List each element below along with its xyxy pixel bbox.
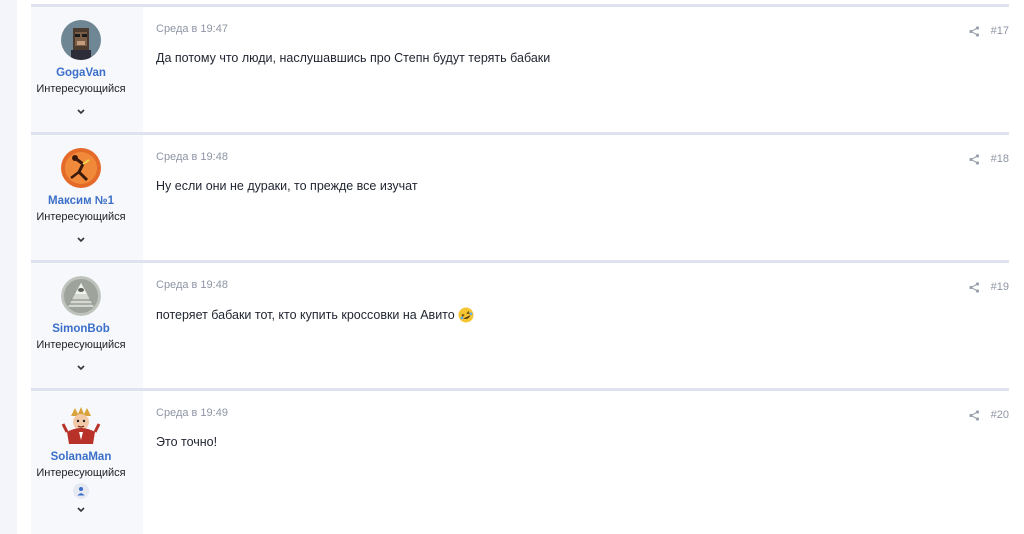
left-sidebar-edge xyxy=(0,0,17,534)
post-user-panel: Максим №1 Интересующийся xyxy=(31,135,143,260)
share-icon[interactable] xyxy=(969,282,980,293)
username[interactable]: SimonBob xyxy=(31,323,131,335)
user-badge-icon[interactable] xyxy=(73,483,89,499)
thread-posts: GogaVan Интересующийся Среда в 19:47 Да … xyxy=(31,4,1009,534)
post: Максим №1 Интересующийся Среда в 19:48 Н… xyxy=(31,132,1009,260)
post-message: Ну если они не дураки, то прежде все изу… xyxy=(156,179,418,193)
post-message-text: потеряет бабаки тот, кто купить кроссовк… xyxy=(156,308,455,322)
avatar[interactable] xyxy=(61,276,101,316)
post-date[interactable]: Среда в 19:49 xyxy=(156,407,228,419)
post: SolanaMan Интересующийся Среда в 19:49 Э… xyxy=(31,388,1009,534)
post-message-text: Ну если они не дураки, то прежде все изу… xyxy=(156,179,418,193)
post-user-panel: SolanaMan Интересующийся xyxy=(31,391,143,534)
avatar[interactable] xyxy=(61,404,101,444)
post-message-text: Это точно! xyxy=(156,435,218,449)
post-user-panel: SimonBob Интересующийся xyxy=(31,263,143,388)
username[interactable]: Максим №1 xyxy=(31,195,131,207)
post-number[interactable]: #18 xyxy=(991,153,1009,165)
share-icon[interactable] xyxy=(969,154,980,165)
post-date[interactable]: Среда в 19:47 xyxy=(156,23,228,35)
chevron-down-icon[interactable] xyxy=(75,107,87,117)
username[interactable]: SolanaMan xyxy=(31,451,131,463)
post-user-panel: GogaVan Интересующийся xyxy=(31,7,143,132)
post-date[interactable]: Среда в 19:48 xyxy=(156,151,228,163)
post: GogaVan Интересующийся Среда в 19:47 Да … xyxy=(31,4,1009,132)
chevron-down-icon[interactable] xyxy=(75,235,87,245)
avatar[interactable] xyxy=(61,148,101,188)
avatar[interactable] xyxy=(61,20,101,60)
pixel-ape-avatar-icon xyxy=(61,20,101,60)
forum-page: GogaVan Интересующийся Среда в 19:47 Да … xyxy=(0,0,1024,534)
post-number[interactable]: #17 xyxy=(991,25,1009,37)
username[interactable]: GogaVan xyxy=(31,67,131,79)
chevron-down-icon[interactable] xyxy=(75,505,87,515)
post-date[interactable]: Среда в 19:48 xyxy=(156,279,228,291)
user-title: Интересующийся xyxy=(36,467,126,479)
post-number[interactable]: #20 xyxy=(991,409,1009,421)
post-number[interactable]: #19 xyxy=(991,281,1009,293)
orange-figure-avatar-icon xyxy=(61,148,101,188)
pyramid-eye-avatar-icon xyxy=(61,276,101,316)
user-title: Интересующийся xyxy=(36,339,126,351)
post-message-text: Да потому что люди, наслушавшись про Сте… xyxy=(156,51,551,65)
share-icon[interactable] xyxy=(969,410,980,421)
person-icon xyxy=(77,487,85,496)
chevron-down-icon[interactable] xyxy=(75,363,87,373)
post-message: потеряет бабаки тот, кто купить кроссовк… xyxy=(156,307,474,323)
share-icon[interactable] xyxy=(969,26,980,37)
post-message: Это точно! xyxy=(156,435,217,449)
user-title: Интересующийся xyxy=(36,211,126,223)
cartoon-character-avatar-icon xyxy=(61,404,101,444)
post-message: Да потому что люди, наслушавшись про Сте… xyxy=(156,51,550,65)
user-title: Интересующийся xyxy=(36,83,126,95)
post: SimonBob Интересующийся Среда в 19:48 по… xyxy=(31,260,1009,388)
rolling-laughing-emoji-icon xyxy=(458,307,474,323)
